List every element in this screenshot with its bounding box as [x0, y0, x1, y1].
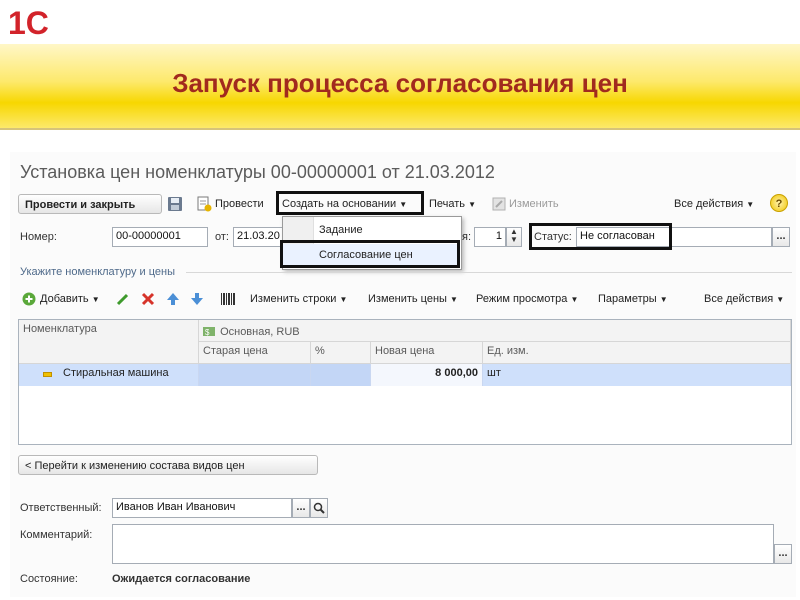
delete-icon[interactable]	[141, 292, 155, 306]
chevron-down-icon: ▼	[776, 295, 785, 304]
col-header-old-price[interactable]: Старая цена	[199, 342, 311, 364]
arrow-up-icon[interactable]	[166, 292, 180, 306]
view-mode-button[interactable]: Режим просмотра ▼	[476, 290, 578, 309]
table-all-actions-button[interactable]: Все действия ▼	[704, 290, 784, 309]
menu-item-task[interactable]: Задание	[283, 219, 459, 241]
go-to-price-types-button[interactable]: < Перейти к изменению состава видов цен	[18, 455, 318, 475]
version-spinner[interactable]: ▲ ▼	[506, 227, 522, 247]
banner-divider	[0, 128, 800, 130]
status-choose-button[interactable]: ...	[772, 227, 790, 247]
svg-text:$: $	[205, 328, 210, 337]
chevron-down-icon: ▼	[339, 295, 348, 304]
spin-down-icon[interactable]: ▼	[510, 235, 518, 244]
barcode-icon[interactable]	[220, 292, 236, 306]
parameters-button[interactable]: Параметры ▼	[598, 290, 668, 309]
cell-item[interactable]: Стиральная машина	[59, 364, 199, 386]
status-highlight	[529, 223, 672, 250]
pencil-icon[interactable]	[116, 292, 130, 306]
cell-new-price[interactable]: 8 000,00	[371, 364, 483, 386]
price-type-header[interactable]: $ Основная, RUB	[199, 320, 791, 342]
col-header-new-price[interactable]: Новая цена	[371, 342, 483, 364]
number-field[interactable]: 00-00000001	[112, 227, 208, 247]
save-icon[interactable]	[167, 196, 183, 212]
search-icon	[313, 502, 325, 514]
post-and-close-button[interactable]: Провести и закрыть	[18, 194, 162, 214]
change-rows-label: Изменить строки	[250, 293, 337, 305]
number-label: Номер:	[20, 231, 57, 243]
change-prices-button[interactable]: Изменить цены ▼	[368, 290, 458, 309]
responsible-field[interactable]: Иванов Иван Иванович	[112, 498, 292, 518]
chevron-down-icon: ▼	[570, 295, 579, 304]
col-header-unit[interactable]: Ед. изм.	[483, 342, 791, 364]
col-header-item[interactable]: Номенклатура	[19, 320, 199, 364]
all-actions-label: Все действия	[674, 198, 744, 210]
chevron-down-icon: ▼	[91, 295, 100, 304]
arrow-down-icon[interactable]	[190, 292, 204, 306]
post-button[interactable]: Провести	[215, 195, 264, 213]
chevron-down-icon: ▼	[746, 200, 755, 209]
comment-choose-button[interactable]: ...	[774, 544, 792, 564]
create-based-on-highlight	[276, 191, 424, 215]
price-approval-highlight	[280, 240, 460, 268]
print-button[interactable]: Печать ▼	[429, 195, 476, 214]
slide-title: Запуск процесса согласования цен	[172, 68, 628, 98]
chevron-down-icon: ▼	[450, 295, 458, 304]
comment-field[interactable]	[112, 524, 774, 564]
cell-percent[interactable]	[311, 364, 371, 386]
cell-old-price[interactable]	[199, 364, 311, 386]
view-mode-label: Режим просмотра	[476, 293, 568, 305]
chevron-down-icon: ▼	[468, 200, 477, 209]
1c-logo: 1С	[8, 5, 78, 41]
row-marker-icon	[43, 372, 52, 377]
edit-button[interactable]: Изменить	[509, 195, 559, 213]
section-label: Укажите номенклатуру и цены	[20, 266, 175, 278]
change-prices-label: Изменить цены	[368, 293, 447, 305]
prices-table: Номенклатура $ Основная, RUB Старая цена…	[18, 319, 792, 445]
add-button[interactable]: Добавить ▼	[40, 290, 100, 309]
parameters-label: Параметры	[598, 293, 657, 305]
form-title: Установка цен номенклатуры 00-00000001 о…	[20, 162, 495, 182]
add-label: Добавить	[40, 293, 89, 305]
responsible-search-button[interactable]	[310, 498, 328, 518]
currency-icon: $	[203, 325, 217, 337]
section-divider	[186, 272, 792, 273]
version-label: я:	[462, 231, 472, 243]
version-field[interactable]: 1	[474, 227, 506, 247]
change-rows-button[interactable]: Изменить строки ▼	[250, 290, 347, 309]
responsible-label: Ответственный:	[20, 502, 102, 514]
cell-unit[interactable]: шт	[483, 364, 791, 386]
state-label: Состояние:	[20, 573, 78, 585]
all-actions-button[interactable]: Все действия ▼	[674, 195, 754, 214]
table-all-actions-label: Все действия	[704, 293, 774, 305]
date-label: от:	[215, 231, 229, 243]
col-header-percent[interactable]: %	[311, 342, 371, 364]
chevron-down-icon: ▼	[659, 295, 668, 304]
price-type-label: Основная, RUB	[220, 326, 300, 338]
responsible-choose-button[interactable]: ...	[292, 498, 310, 518]
add-icon	[22, 292, 36, 306]
post-icon	[196, 196, 212, 212]
table-row[interactable]: Стиральная машина 8 000,00 шт	[19, 364, 791, 386]
help-icon[interactable]: ?	[770, 194, 788, 212]
state-value: Ожидается согласование	[112, 573, 251, 585]
logo-text: 1С	[8, 6, 49, 40]
comment-label: Комментарий:	[20, 529, 93, 541]
print-label: Печать	[429, 198, 466, 210]
edit-doc-icon	[492, 197, 506, 211]
date-field[interactable]: 21.03.20	[233, 227, 283, 247]
